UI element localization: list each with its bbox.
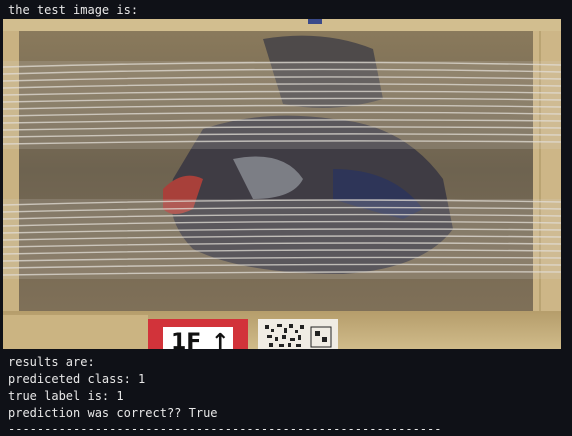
- test-image: 1F ↑: [3, 19, 561, 349]
- predicted-class-text: prediceted class: 1: [8, 372, 146, 386]
- box-label-arrow: ↑: [211, 330, 229, 349]
- true-label-text: true label is: 1: [8, 389, 124, 403]
- separator-line: ----------------------------------------…: [8, 422, 442, 436]
- prediction-correct-text: prediction was correct?? True: [8, 406, 218, 420]
- output-header-text: the test image is:: [8, 3, 139, 17]
- box-label-code: 1F: [171, 330, 201, 349]
- results-heading-text: results are:: [8, 355, 95, 369]
